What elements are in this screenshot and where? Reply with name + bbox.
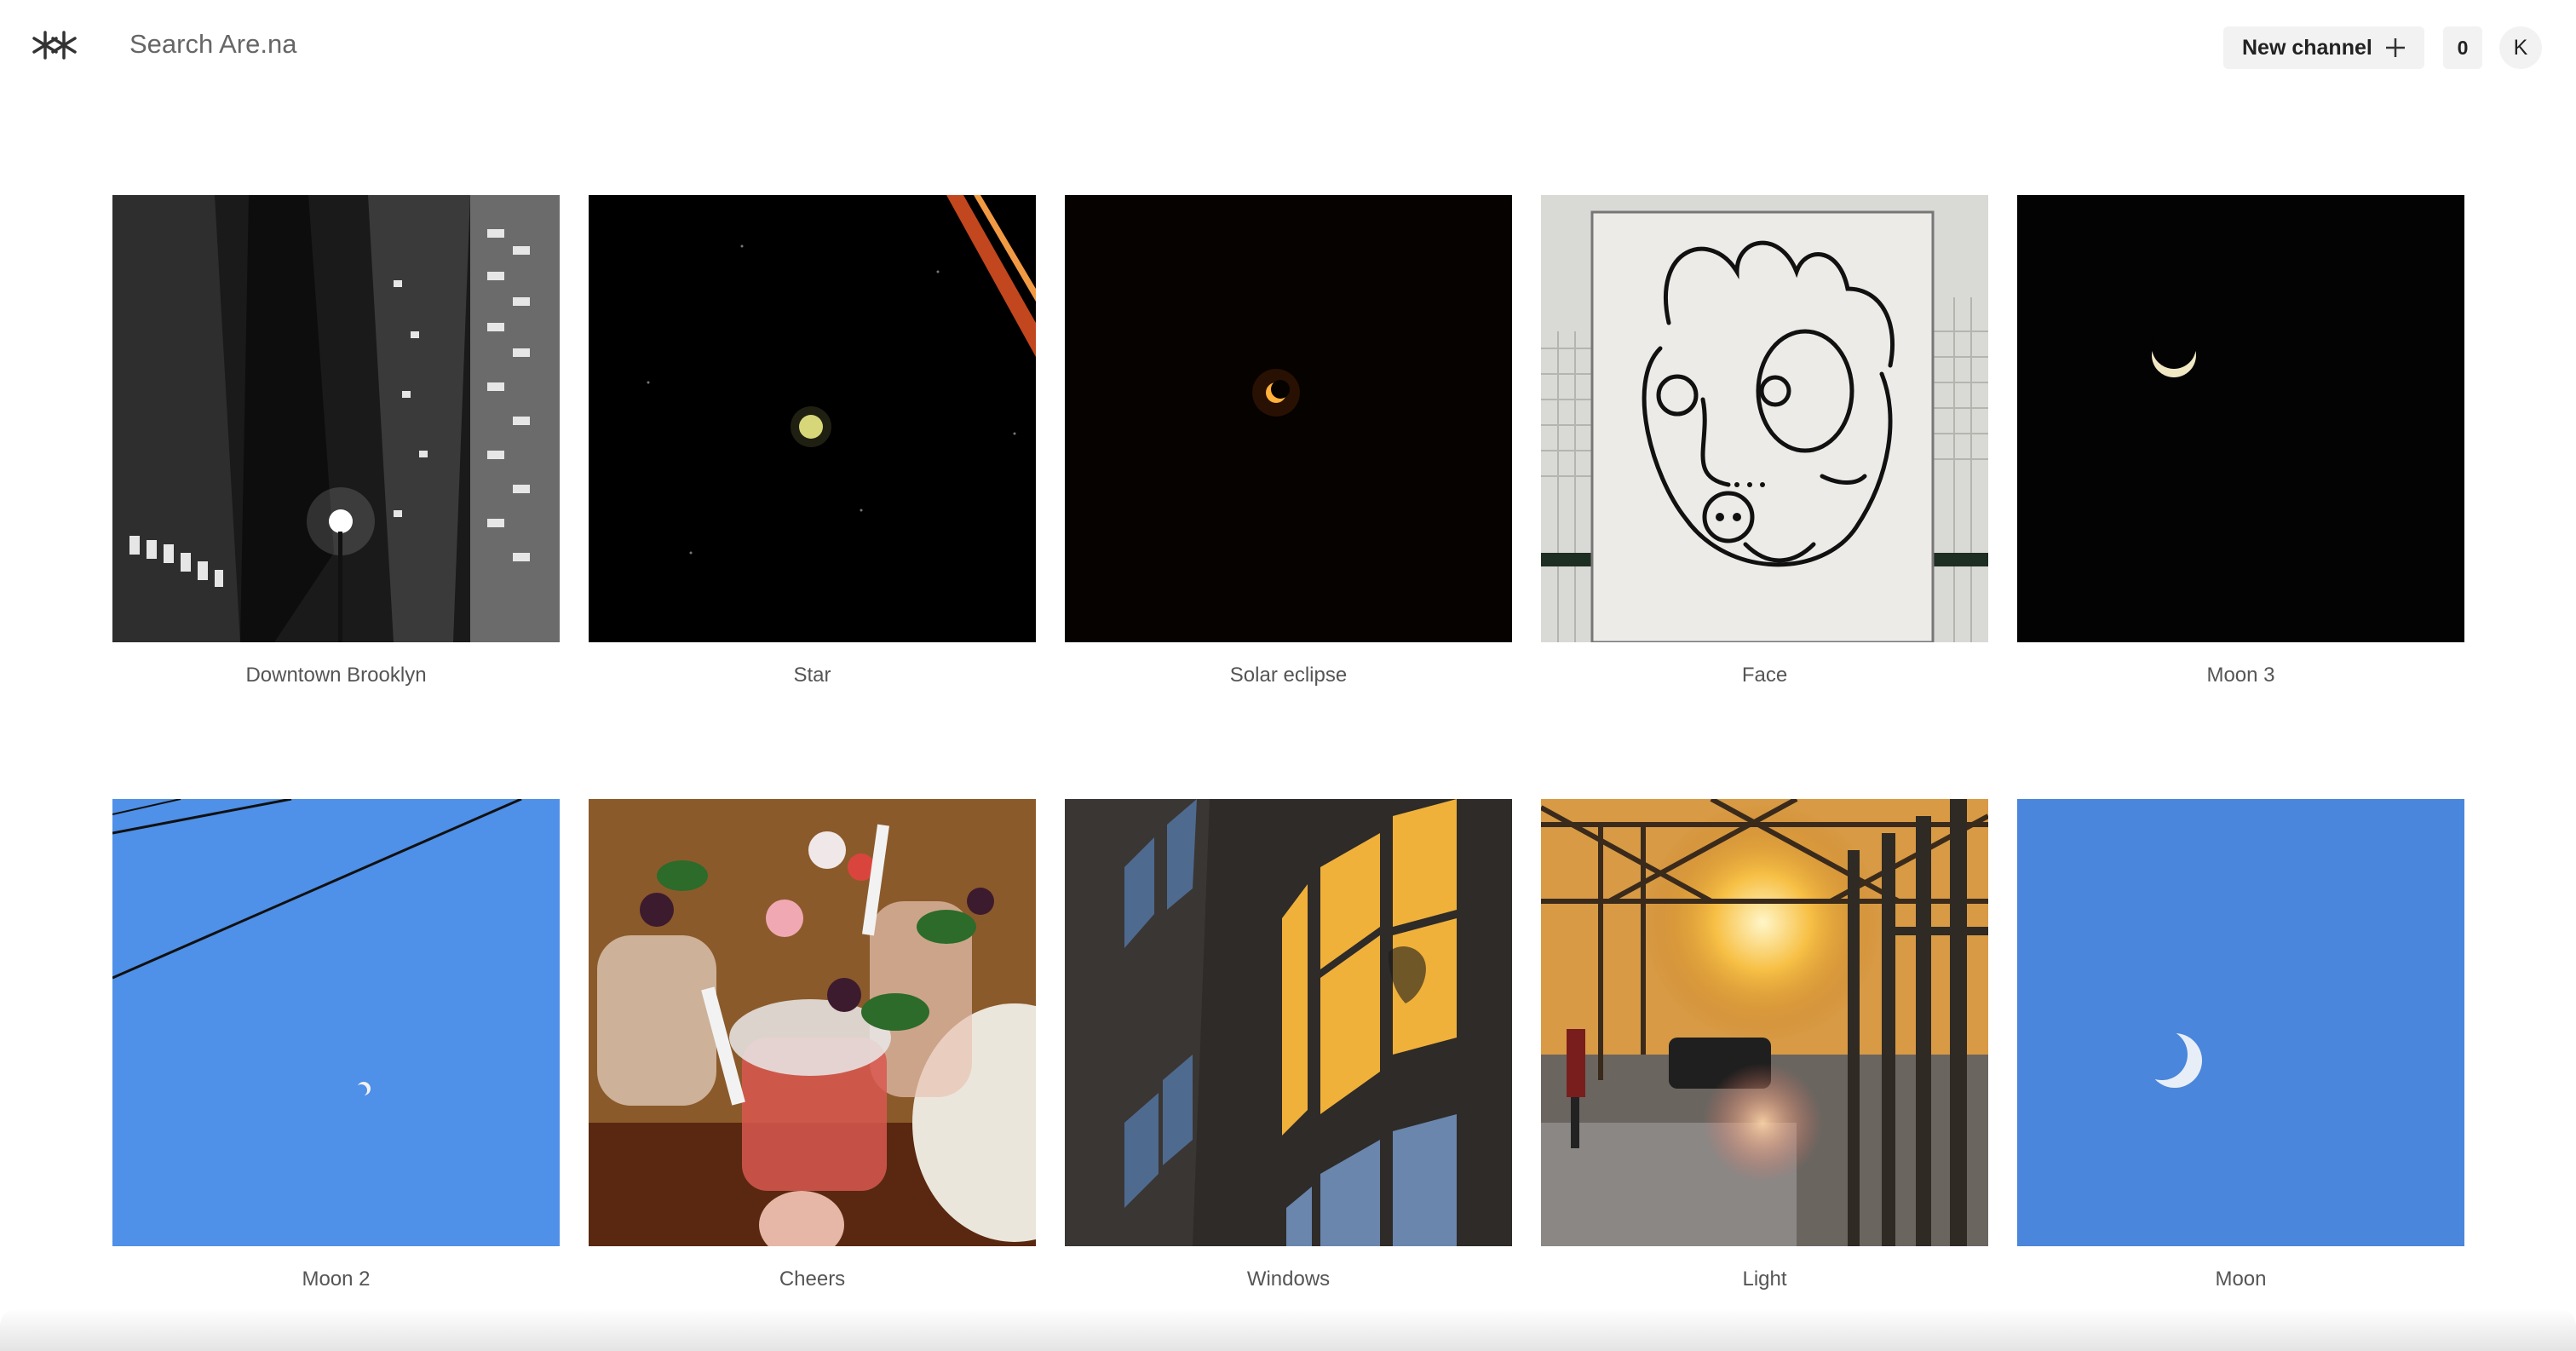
new-channel-button[interactable]: New channel — [2223, 26, 2424, 69]
new-channel-label: New channel — [2242, 35, 2372, 60]
block-thumbnail[interactable] — [2017, 799, 2464, 1246]
block-thumbnail[interactable] — [2017, 195, 2464, 642]
block-thumbnail[interactable] — [589, 799, 1036, 1246]
block-title[interactable]: Moon — [2017, 1268, 2464, 1291]
block-solar-eclipse[interactable]: Solar eclipse — [1065, 195, 1512, 687]
plus-icon — [2385, 37, 2406, 58]
block-title[interactable]: Moon 2 — [112, 1268, 560, 1291]
block-title[interactable]: Windows — [1065, 1268, 1512, 1291]
block-windows[interactable]: Windows — [1065, 799, 1512, 1291]
block-cheers[interactable]: Cheers — [589, 799, 1036, 1291]
block-thumbnail[interactable] — [1065, 799, 1512, 1246]
block-thumbnail[interactable] — [112, 799, 560, 1246]
block-face[interactable]: Face — [1541, 195, 1988, 687]
block-thumbnail[interactable] — [112, 195, 560, 642]
block-title[interactable]: Face — [1541, 664, 1988, 687]
block-star[interactable]: Star — [589, 195, 1036, 687]
avatar[interactable]: K — [2499, 26, 2542, 69]
block-downtown-brooklyn[interactable]: Downtown Brooklyn — [112, 195, 560, 687]
block-moon-3[interactable]: Moon 3 — [2017, 195, 2464, 687]
block-title[interactable]: Moon 3 — [2017, 664, 2464, 687]
notification-count-button[interactable]: 0 — [2443, 26, 2482, 69]
block-moon[interactable]: Moon — [2017, 799, 2464, 1291]
block-moon-2[interactable]: Moon 2 — [112, 799, 560, 1291]
block-title[interactable]: Solar eclipse — [1065, 664, 1512, 687]
bottom-fade — [0, 1308, 2576, 1351]
block-title[interactable]: Star — [589, 664, 1036, 687]
block-thumbnail[interactable] — [1541, 195, 1988, 642]
block-thumbnail[interactable] — [589, 195, 1036, 642]
block-thumbnail[interactable] — [1065, 195, 1512, 642]
top-bar: Search Are.na New channel 0 K — [0, 0, 2576, 92]
block-title[interactable]: Light — [1541, 1268, 1988, 1291]
block-thumbnail[interactable] — [1541, 799, 1988, 1246]
search-input[interactable]: Search Are.na — [129, 29, 296, 60]
block-title[interactable]: Downtown Brooklyn — [112, 664, 560, 687]
block-title[interactable]: Cheers — [589, 1268, 1036, 1291]
block-light[interactable]: Light — [1541, 799, 1988, 1291]
arena-logo-icon[interactable] — [31, 27, 78, 63]
